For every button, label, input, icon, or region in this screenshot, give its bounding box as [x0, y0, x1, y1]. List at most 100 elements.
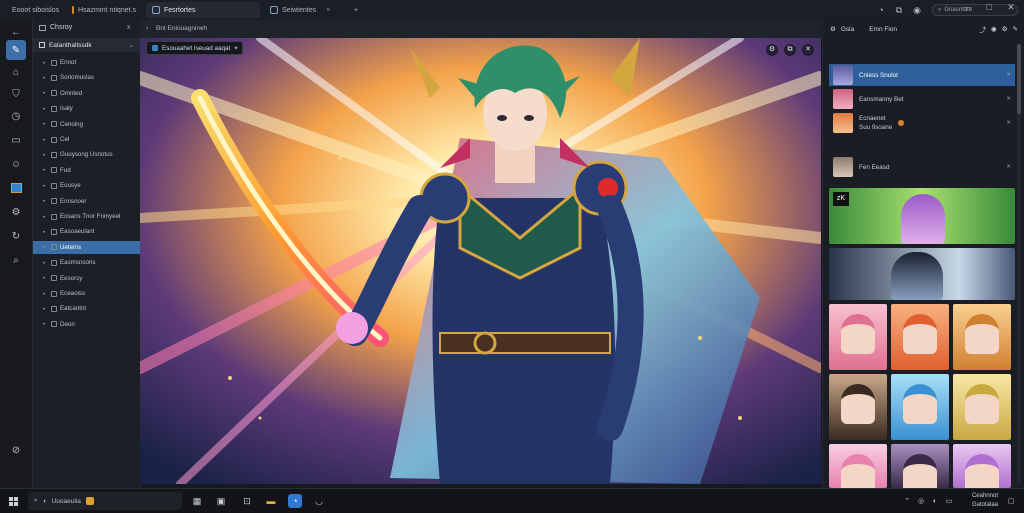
sidebar-title[interactable]: Chsroy x — [39, 24, 131, 31]
tree-item[interactable]: ▸ Eousye — [33, 179, 140, 192]
chevron-right-icon[interactable]: ▸ — [43, 291, 48, 297]
battery-icon[interactable]: ▭ — [942, 494, 956, 508]
close-icon[interactable]: ✕ — [1006, 72, 1011, 78]
tree-item[interactable]: ▸ Ueteins — [33, 240, 140, 254]
gallery-thumb[interactable] — [829, 248, 1015, 300]
tree-item[interactable]: ▸ Soriomuslas — [33, 71, 140, 84]
settings-icon[interactable]: ⚙ — [6, 202, 26, 222]
chat-icon[interactable]: ◡ — [312, 494, 326, 508]
chevron-right-icon[interactable]: ▸ — [43, 75, 48, 81]
tree-item[interactable]: ▸ Easmsnsons — [33, 256, 140, 269]
chevron-right-icon[interactable]: ▸ — [43, 121, 48, 127]
folder-icon[interactable]: ▬ — [264, 494, 278, 508]
maximize-button[interactable]: □ — [982, 0, 996, 14]
chevron-right-icon[interactable]: ▸ — [43, 229, 48, 235]
tree-item[interactable]: ▸ Isaly — [33, 102, 140, 115]
tree-item[interactable]: ▸ Eceaoiss — [33, 287, 140, 300]
chevron-down-icon[interactable]: ▾ — [234, 45, 237, 52]
gallery-thumb[interactable] — [953, 374, 1011, 440]
tab-3[interactable]: Seiwtentes × — [264, 2, 342, 18]
chevron-right-icon[interactable]: ▸ — [43, 321, 48, 327]
search-icon[interactable]: ⌕ — [6, 250, 26, 270]
tree-item[interactable]: ▸ Deon — [33, 318, 140, 331]
list-item[interactable]: Ecnaenet Suu fisoane ✕ — [829, 112, 1015, 134]
tab-1[interactable]: Hsazmmt ntiqnet.s — [66, 2, 142, 18]
gallery-thumb[interactable] — [953, 444, 1011, 488]
chat-icon[interactable]: ▭ — [6, 130, 26, 150]
copy-icon[interactable]: ⧉ — [784, 44, 796, 56]
share-icon[interactable]: ⤴ — [980, 24, 987, 34]
close-icon[interactable]: ✕ — [1006, 96, 1011, 102]
chevron-right-icon[interactable]: ▸ — [43, 90, 48, 96]
tree-item[interactable]: ▸ Fud — [33, 164, 140, 177]
task-view-icon[interactable]: ▦ — [190, 494, 204, 508]
help-icon[interactable]: ⊘ — [6, 440, 26, 460]
chevron-right-icon[interactable]: ▸ — [43, 260, 48, 266]
close-icon[interactable]: × — [326, 7, 330, 14]
chevron-right-icon[interactable]: › — [146, 25, 148, 32]
chevron-right-icon[interactable]: ▸ — [43, 306, 48, 312]
gallery-thumb[interactable] — [891, 304, 949, 370]
tree-item[interactable]: ▸ Ennsnoer — [33, 195, 140, 208]
taskbar-search[interactable]: ⌕ ◖ Uuoaeulia — [28, 492, 182, 510]
close-window-button[interactable]: ✕ — [1004, 0, 1018, 14]
gallery-thumb[interactable] — [891, 444, 949, 488]
list-item[interactable]: Eansmanny Bet ✕ — [829, 88, 1015, 110]
list-item[interactable]: Cniess Snulot ✕ — [829, 64, 1015, 86]
explorer-icon[interactable]: ▣ — [214, 494, 228, 508]
notification-icon[interactable]: ▢ — [1004, 494, 1018, 508]
terminal-icon[interactable]: ⊡ — [240, 494, 254, 508]
gallery-thumb[interactable] — [829, 444, 887, 488]
tree-item[interactable]: ▸ Eatcantnt — [33, 302, 140, 315]
account-icon[interactable]: ◉ — [910, 3, 924, 17]
tree-item[interactable]: ▸ Omnted — [33, 87, 140, 100]
smile-icon[interactable]: ☺ — [6, 154, 26, 174]
clock[interactable]: Ceahnnot Gatotalaa — [960, 492, 998, 510]
back-icon[interactable]: ← — [6, 22, 26, 42]
start-icon[interactable] — [6, 494, 20, 508]
tree-item[interactable]: ▸ Eesorsy — [33, 272, 140, 285]
chevron-right-icon[interactable]: ▸ — [43, 152, 48, 158]
volume-icon[interactable]: ◐ — [928, 494, 942, 508]
chevron-right-icon[interactable]: ▸ — [43, 167, 48, 173]
chevron-right-icon[interactable]: ▸ — [43, 214, 48, 220]
tree-item[interactable]: ▸ Cel — [33, 133, 140, 146]
gallery-thumb[interactable] — [829, 304, 887, 370]
account-icon[interactable]: ◉ — [991, 25, 997, 33]
copy-icon[interactable]: ⧉ — [892, 3, 906, 17]
chevron-right-icon[interactable]: ▸ — [43, 60, 48, 66]
viewer-path-pill[interactable]: Esouaahet Iseuad aaqat ▾ — [146, 41, 244, 55]
bell-icon[interactable]: ◔ — [874, 3, 888, 17]
pen-icon[interactable]: ✎ — [6, 40, 26, 60]
close-icon[interactable]: ✕ — [1006, 164, 1011, 170]
tree-item[interactable]: ▸ Ennot — [33, 56, 140, 69]
sync-icon[interactable]: ↻ — [6, 226, 26, 246]
close-icon[interactable]: x — [127, 24, 131, 31]
gallery-thumb[interactable] — [953, 304, 1011, 370]
network-icon[interactable]: ◎ — [914, 494, 928, 508]
tree-item[interactable]: ▸ Easoaeulant — [33, 225, 140, 238]
minimize-button[interactable]: — — [960, 0, 974, 14]
shield-icon[interactable]: ⛉ — [6, 84, 26, 104]
close-icon[interactable]: ✕ — [802, 44, 814, 56]
tree-item[interactable]: ▸ Guuysong Usnotus — [33, 148, 140, 161]
list-item[interactable]: Fen Eeasd ✕ — [829, 156, 1015, 178]
chevron-right-icon[interactable]: ▸ — [43, 106, 48, 112]
chevron-right-icon[interactable]: ▸ — [43, 275, 48, 281]
image-viewer[interactable]: Esouaahet Iseuad aaqat ▾ ⚙ ⧉ ✕ — [140, 38, 821, 484]
close-icon[interactable]: ✕ — [1006, 120, 1011, 126]
chevron-up-icon[interactable]: ⌃ — [900, 494, 914, 508]
tab-2[interactable]: Fesrtortes — [146, 2, 260, 18]
chevron-right-icon[interactable]: ▸ — [43, 198, 48, 204]
new-tab-button[interactable]: + — [348, 2, 364, 18]
chevron-right-icon[interactable]: ▸ — [43, 244, 48, 250]
chevron-right-icon[interactable]: ▸ — [43, 137, 48, 143]
chevron-down-icon[interactable]: ⌄ — [129, 41, 134, 49]
tab-0[interactable]: Eooot siboislos — [2, 2, 64, 18]
gear-icon[interactable]: ⚙ — [766, 44, 778, 56]
gallery-thumb[interactable] — [829, 374, 887, 440]
settings-icon[interactable]: ⚙ — [1002, 25, 1008, 33]
tree-item[interactable]: ▸ Cenoing — [33, 118, 140, 131]
gallery-icon[interactable] — [6, 178, 26, 198]
edit-icon[interactable]: ✎ — [1013, 25, 1018, 33]
